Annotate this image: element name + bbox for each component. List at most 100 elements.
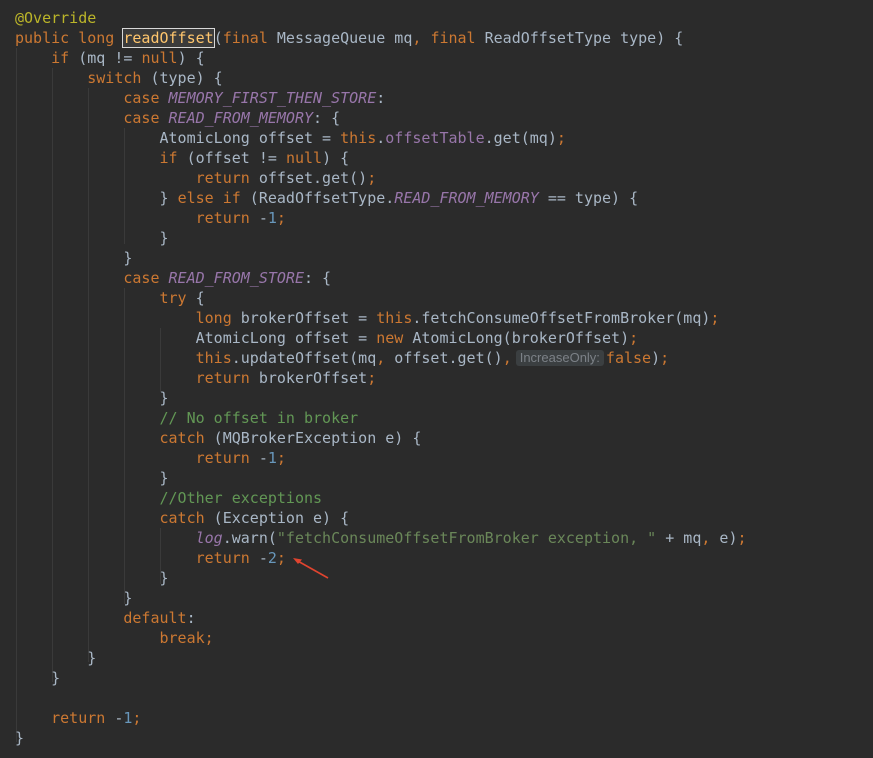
code-line: }: [15, 228, 169, 248]
code-line: break;: [15, 628, 214, 648]
code-token: }: [15, 229, 169, 247]
code-token: ;: [629, 329, 639, 347]
code-token: if: [159, 149, 178, 167]
arrow-shaft: [295, 559, 329, 579]
code-token: (MQBrokerException e) {: [204, 429, 422, 447]
code-token: }: [15, 389, 169, 407]
code-token: if: [51, 49, 70, 67]
code-token: }: [15, 469, 169, 487]
code-token: READ_FROM_STORE: [168, 269, 304, 287]
code-token: return: [195, 369, 250, 387]
code-line: try {: [15, 288, 205, 308]
code-token: null: [285, 149, 323, 167]
code-token: this: [195, 349, 232, 367]
code-token: (mq !=: [69, 49, 142, 67]
code-token: (ReadOffsetType.: [240, 189, 395, 207]
code-token: ,: [376, 349, 386, 367]
code-token: case: [123, 89, 160, 107]
code-token: (type) {: [141, 69, 223, 87]
code-token: 1: [267, 209, 277, 227]
code-token: }: [15, 189, 178, 207]
code-line: case READ_FROM_MEMORY: {: [15, 108, 340, 128]
code-line: default:: [15, 608, 195, 628]
code-token: .updateOffset(mq: [231, 349, 377, 367]
code-token: @Override: [15, 9, 97, 27]
code-token: ;: [276, 549, 286, 567]
code-line: return -1;: [15, 208, 286, 228]
code-token: ) {: [322, 149, 350, 167]
code-token: // No offset in broker: [159, 409, 359, 427]
code-token: ;: [367, 369, 377, 387]
code-token: -: [105, 709, 124, 727]
code-token: ;: [737, 529, 747, 547]
code-token: "fetchConsumeOffsetFromBroker exception,…: [276, 529, 657, 547]
code-token: }: [15, 669, 61, 687]
code-token: ReadOffsetType type) {: [475, 29, 684, 47]
code-token: 2: [267, 549, 277, 567]
code-line: this.updateOffset(mq, offset.get(), Incre…: [15, 348, 670, 368]
code-token: ,: [502, 349, 512, 367]
code-token: MessageQueue mq: [267, 29, 413, 47]
code-line: catch (MQBrokerException e) {: [15, 428, 422, 448]
code-line: // No offset in broker: [15, 408, 359, 428]
code-editor[interactable]: @Override public long readOffset(final Me…: [0, 0, 873, 758]
code-line: }: [15, 668, 60, 688]
code-token: offset.get(): [249, 169, 368, 187]
code-token: new: [376, 329, 404, 347]
code-token: offset.get(): [385, 349, 503, 367]
code-token: ;: [556, 129, 566, 147]
code-token: .get(mq): [484, 129, 557, 147]
code-line: }: [15, 468, 169, 488]
parameter-hint: IncreaseOnly:: [515, 350, 604, 366]
code-token: return: [51, 709, 106, 727]
code-line: if (offset != null) {: [15, 148, 350, 168]
code-token: log: [195, 529, 223, 547]
code-token: ;: [710, 309, 720, 327]
code-token: default: [123, 609, 187, 627]
code-token: : {: [304, 269, 332, 287]
code-token: .fetchConsumeOffsetFromBroker(mq): [412, 309, 711, 327]
code-token: final: [430, 29, 476, 47]
code-token: switch: [87, 69, 142, 87]
code-token: offsetTable: [385, 129, 485, 147]
code-token: public: [15, 29, 70, 47]
code-token: ;: [367, 169, 377, 187]
code-token: -: [249, 209, 268, 227]
code-token: 1: [267, 449, 277, 467]
code-token: -: [249, 449, 268, 467]
code-token: final: [222, 29, 268, 47]
code-line: }: [15, 388, 169, 408]
code-token: == type) {: [538, 189, 639, 207]
code-line: catch (Exception e) {: [15, 508, 350, 528]
code-line: switch (type) {: [15, 68, 223, 88]
code-line: }: [15, 648, 96, 668]
code-token: + mq: [656, 529, 702, 547]
code-line: case READ_FROM_STORE: {: [15, 268, 331, 288]
code-line: }: [15, 588, 132, 608]
code-token: e): [710, 529, 738, 547]
code-line: log.warn("fetchConsumeOffsetFromBroker e…: [15, 528, 747, 548]
code-token: case: [123, 109, 160, 127]
code-line: @Override: [15, 8, 96, 28]
annotation-arrow-icon: [293, 558, 329, 579]
code-token: AtomicLong offset =: [15, 129, 341, 147]
code-token: return: [195, 209, 250, 227]
code-token: false: [605, 349, 652, 367]
code-line: AtomicLong offset = new AtomicLong(broke…: [15, 328, 639, 348]
code-token: (: [213, 29, 223, 47]
code-token: :: [376, 89, 386, 107]
